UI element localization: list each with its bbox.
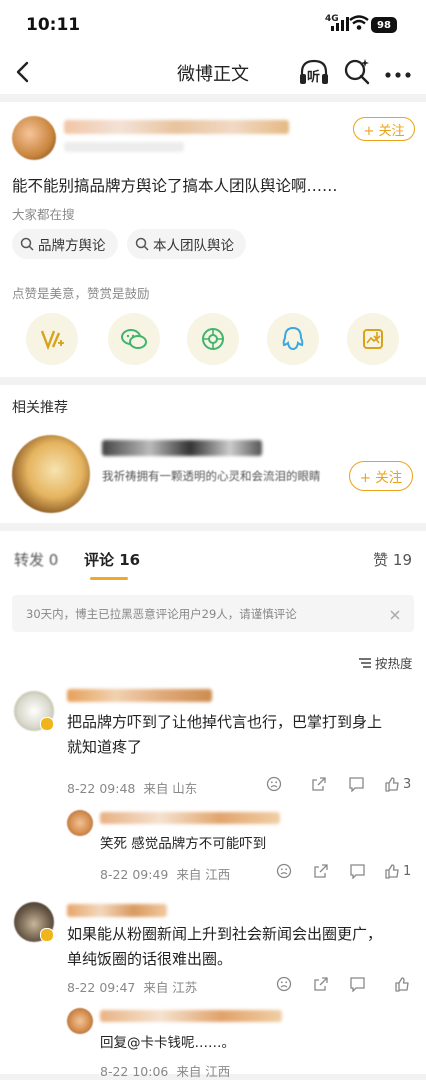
share-button[interactable]	[311, 776, 327, 796]
share-qq-button[interactable]	[267, 313, 319, 365]
related-desc: 我祈祷拥有一颗透明的心灵和会流泪的眼睛	[102, 469, 321, 483]
related-name-blurred[interactable]	[102, 440, 262, 456]
reply-user-blurred[interactable]	[100, 1010, 282, 1022]
search-chip-brand[interactable]: 品牌方舆论	[12, 229, 118, 259]
save-image-button[interactable]	[347, 313, 399, 365]
tab-comments[interactable]: 评论 16	[84, 549, 140, 570]
listen-button[interactable]: 听	[298, 57, 330, 87]
reply-avatar[interactable]	[67, 1008, 93, 1034]
tab-repost[interactable]: 转发 0	[14, 549, 58, 570]
dislike-button[interactable]	[276, 863, 292, 883]
thumbs-up-icon	[385, 777, 399, 792]
battery-level: 98	[377, 19, 391, 31]
like-button[interactable]: 3	[384, 776, 411, 792]
comment-icon	[350, 977, 365, 993]
post-text: 能不能别搞品牌方舆论了搞本人团队舆论啊……	[12, 177, 338, 195]
moments-icon	[202, 328, 224, 350]
comment-icon	[350, 864, 365, 880]
share-button[interactable]	[313, 976, 329, 996]
comment-meta: 8-22 09:48 来自 山东	[67, 781, 198, 796]
chip-label: 品牌方舆论	[38, 238, 106, 254]
share-icon	[312, 777, 326, 791]
reply-text: 回复@卡卡钱呢……。	[100, 1035, 235, 1051]
dislike-button[interactable]	[276, 976, 292, 996]
wifi-icon	[349, 15, 369, 35]
share-moments-button[interactable]	[187, 313, 239, 365]
like-count: 3	[403, 776, 412, 792]
related-heading: 相关推荐	[12, 400, 68, 416]
share-button[interactable]	[313, 863, 329, 883]
reply-user-blurred[interactable]	[100, 812, 280, 824]
more-button[interactable]	[385, 65, 411, 84]
search-icon	[135, 237, 149, 251]
comment-icon	[349, 777, 364, 793]
search-icon	[20, 237, 34, 251]
notice-text: 30天内，博主已拉黑恶意评论用户29人，请谨慎评论	[26, 607, 297, 621]
verified-badge	[40, 717, 54, 731]
dislike-face-icon	[276, 976, 292, 992]
reply-meta: 8-22 10:06 来自 江西	[100, 1064, 231, 1079]
reply-button[interactable]	[349, 863, 366, 883]
follow-button[interactable]: + 关注	[353, 117, 415, 141]
like-count: 1	[403, 863, 412, 879]
status-time: 10:11	[26, 15, 81, 35]
verified-badge	[40, 928, 54, 942]
battery-icon: 98	[371, 17, 397, 33]
sort-button[interactable]: 按热度	[358, 653, 413, 672]
tab-likes[interactable]: 赞 19	[340, 549, 412, 570]
save-image-icon	[363, 329, 383, 349]
search-button[interactable]	[343, 57, 371, 89]
reward-hint: 点赞是美意，赞赏是鼓励	[12, 286, 150, 301]
related-avatar[interactable]	[12, 435, 90, 513]
like-button[interactable]: 1	[384, 863, 411, 879]
notice-close-button[interactable]	[389, 606, 401, 625]
qq-icon	[282, 326, 304, 351]
thumbs-up-icon	[395, 977, 409, 992]
author-avatar[interactable]	[12, 116, 56, 160]
search-chip-team[interactable]: 本人团队舆论	[127, 229, 246, 259]
like-button[interactable]	[394, 976, 410, 996]
comment-user-blurred[interactable]	[67, 689, 212, 702]
weibo-v-icon	[40, 330, 64, 351]
comment-meta: 8-22 09:47 来自 江苏	[67, 980, 198, 995]
dislike-face-icon	[266, 776, 282, 792]
tab-indicator	[90, 577, 128, 580]
wechat-icon	[121, 329, 147, 349]
share-icon	[314, 864, 328, 878]
sort-icon	[359, 657, 371, 668]
search-sparkle-icon	[344, 59, 370, 85]
author-name-blurred[interactable]	[64, 120, 289, 134]
search-hint: 大家都在搜	[12, 207, 75, 222]
comment-text: 把品牌方吓到了让他掉代言也行，巴掌打到身上 就知道疼了	[67, 713, 383, 756]
close-icon	[390, 610, 400, 620]
more-icon	[385, 72, 411, 78]
dislike-button[interactable]	[266, 776, 282, 796]
share-wechat-button[interactable]	[108, 313, 160, 365]
chip-label: 本人团队舆论	[153, 238, 234, 254]
comment-user-blurred[interactable]	[67, 904, 167, 917]
comment-text: 如果能从粉圈新闻上升到社会新闻会出圈更广， 单纯饭圈的话很难出圈。	[67, 925, 383, 968]
dislike-face-icon	[276, 863, 292, 879]
share-weibo-button[interactable]	[26, 313, 78, 365]
related-follow-button[interactable]: + 关注	[349, 461, 413, 491]
post-time-blurred	[64, 142, 184, 152]
reply-text: 笑死 感觉品牌方不可能吓到	[100, 836, 267, 852]
reply-meta: 8-22 09:49 来自 江西	[100, 867, 231, 882]
thumbs-up-icon	[385, 864, 399, 879]
reply-button[interactable]	[349, 976, 366, 996]
reply-avatar[interactable]	[67, 810, 93, 836]
share-icon	[314, 977, 328, 991]
reply-button[interactable]	[348, 776, 365, 796]
sort-label: 按热度	[375, 656, 413, 671]
signal-icon	[330, 16, 350, 35]
listen-label: 听	[307, 70, 321, 85]
